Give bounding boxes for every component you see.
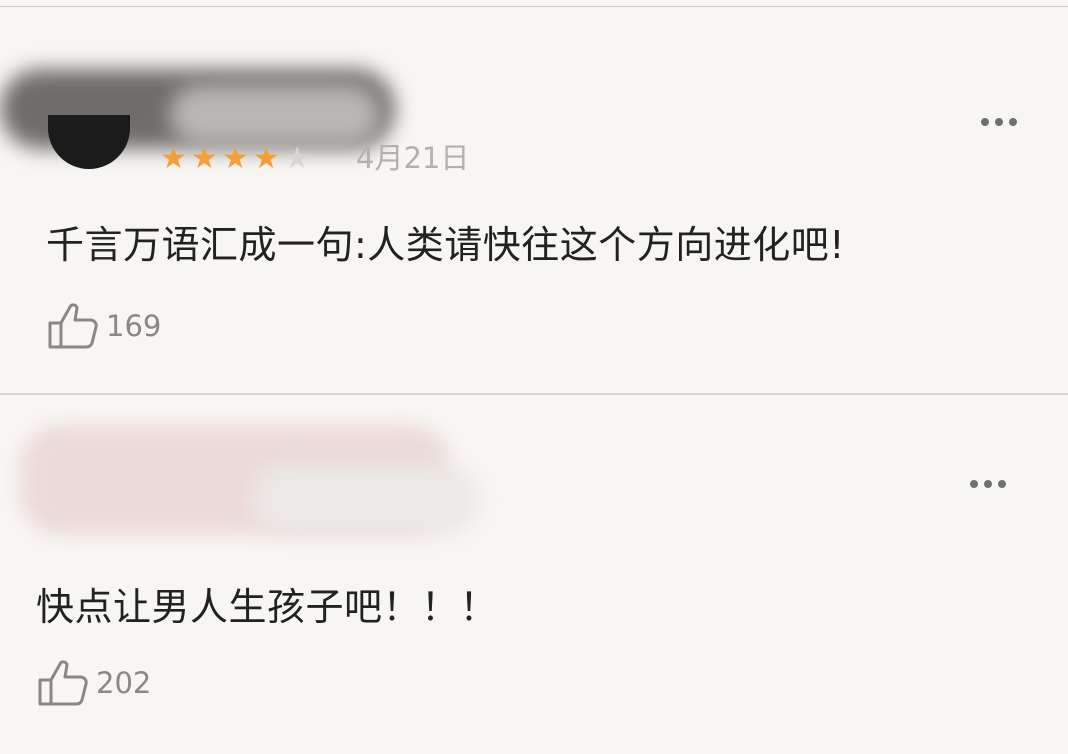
- comment-card: ★ ★ ★ ★ ★ 4月21日 千言万语汇成一句:人类请快往这个方向进化吧! 1…: [0, 7, 1068, 393]
- star-icon: ★: [190, 141, 218, 176]
- more-dots-icon: [1009, 118, 1017, 126]
- thumbs-up-icon: [38, 660, 88, 706]
- thumbs-up-icon: [48, 303, 98, 349]
- like-button[interactable]: 169: [46, 301, 161, 351]
- comment-text: 千言万语汇成一句:人类请快往这个方向进化吧!: [46, 223, 846, 267]
- rating-stars: ★ ★ ★ ★ ★: [160, 144, 311, 174]
- more-dots-icon: [981, 118, 989, 126]
- more-dots-icon: [970, 480, 978, 488]
- like-button[interactable]: 202: [36, 658, 151, 708]
- redacted-username-highlight: [250, 465, 480, 535]
- star-icon: ★: [221, 141, 249, 176]
- more-options-button[interactable]: [970, 480, 1006, 488]
- avatar[interactable]: [48, 115, 130, 169]
- comment-date: 4月21日: [356, 141, 470, 175]
- more-dots-icon: [998, 480, 1006, 488]
- star-icon: ★: [283, 141, 311, 176]
- star-icon: ★: [160, 141, 187, 176]
- redacted-username-highlight: [170, 85, 380, 145]
- like-count: 202: [96, 666, 152, 700]
- star-icon: ★: [252, 141, 280, 176]
- comment-text: 快点让男人生孩子吧！！！: [36, 585, 499, 629]
- comment-card: 快点让男人生孩子吧！！！ 202: [0, 395, 1068, 754]
- more-options-button[interactable]: [981, 118, 1017, 126]
- more-dots-icon: [984, 480, 992, 488]
- more-dots-icon: [995, 118, 1003, 126]
- like-count: 169: [106, 309, 162, 343]
